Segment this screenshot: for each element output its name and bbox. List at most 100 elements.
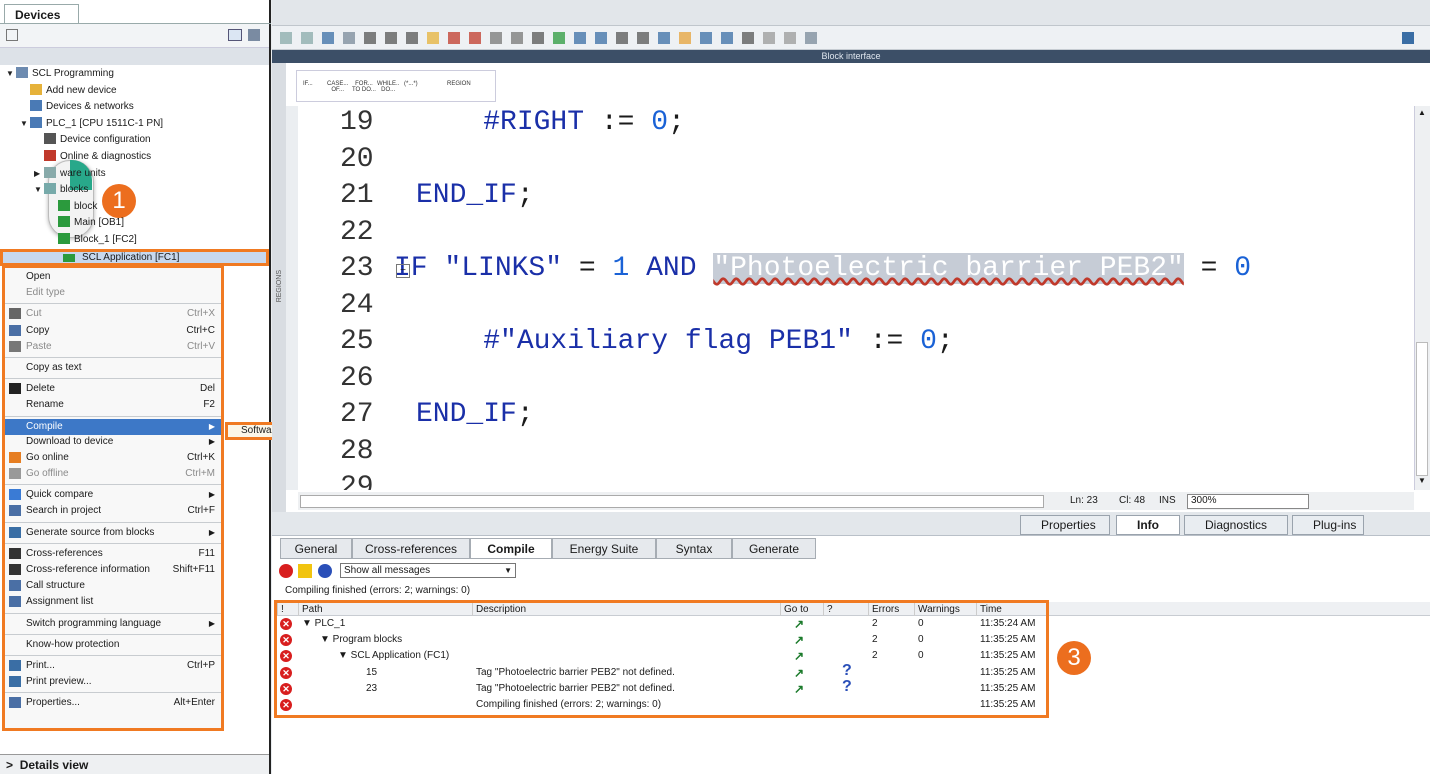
column-header[interactable]: Description bbox=[472, 603, 780, 616]
menu-item-know-how-protection[interactable]: Know-how protection bbox=[5, 637, 221, 653]
toolbar-icon-2[interactable] bbox=[301, 32, 313, 44]
toolbar-icon-9[interactable] bbox=[448, 32, 460, 44]
instruction-3[interactable]: WHILE.. DO... bbox=[377, 81, 399, 93]
toolbar-icon-25[interactable] bbox=[784, 32, 796, 44]
menu-item-generate-source-from-blocks[interactable]: Generate source from blocks ▶ bbox=[5, 525, 221, 541]
toolbar-icon-21[interactable] bbox=[700, 32, 712, 44]
column-header[interactable]: Time bbox=[976, 603, 1046, 616]
toolbar-icon-13[interactable] bbox=[532, 32, 544, 44]
block-interface-bar[interactable]: Block interface bbox=[272, 50, 1430, 63]
expander-icon[interactable]: ▼ bbox=[34, 182, 44, 198]
instruction-0[interactable]: IF... bbox=[303, 81, 313, 87]
subtab-syntax[interactable]: Syntax bbox=[656, 538, 732, 559]
row-path[interactable]: ▼ PLC_1 bbox=[302, 616, 345, 632]
toolbar-icon-12[interactable] bbox=[511, 32, 523, 44]
scroll-down-icon[interactable]: ▼ bbox=[1418, 476, 1426, 485]
show-errors-icon[interactable] bbox=[279, 564, 293, 578]
toolbar-icon-5[interactable] bbox=[364, 32, 376, 44]
toolbar-icon-7[interactable] bbox=[406, 32, 418, 44]
column-header[interactable]: ! bbox=[277, 603, 297, 616]
tree-item-scl-application[interactable]: SCL Application [FC1] bbox=[0, 249, 269, 266]
code-line[interactable]: #"Auxiliary flag PEB1" := 0; bbox=[416, 327, 954, 357]
toolbar-icon-19[interactable] bbox=[658, 32, 670, 44]
menu-item-print[interactable]: Print... Ctrl+P bbox=[5, 658, 221, 674]
show-info-icon[interactable] bbox=[318, 564, 332, 578]
tree-item[interactable]: ▼ PLC_1 [CPU 1511C-1 PN] bbox=[20, 116, 163, 132]
code-line[interactable]: END_IF; bbox=[416, 400, 534, 430]
expander-icon[interactable]: ▼ bbox=[6, 66, 16, 82]
vertical-scroll-thumb[interactable] bbox=[1416, 342, 1428, 476]
menu-item-cross-references[interactable]: Cross-references F11 bbox=[5, 546, 221, 562]
toolbar-icon-4[interactable] bbox=[343, 32, 355, 44]
code-area[interactable]: 19 #RIGHT := 0; 20 21 END_IF; 22 23 IF "LINKS"… bbox=[298, 106, 1414, 490]
zoom-select[interactable]: 300% bbox=[1187, 494, 1309, 509]
toolbar-icon-22[interactable] bbox=[721, 32, 733, 44]
subtab-generate[interactable]: Generate bbox=[732, 538, 816, 559]
menu-item-cross-reference-information[interactable]: Cross-reference information Shift+F11 bbox=[5, 562, 221, 578]
column-header[interactable]: Warnings bbox=[914, 603, 976, 616]
instruction-1[interactable]: CASE... OF... bbox=[327, 81, 348, 93]
toolbar-icon-8[interactable] bbox=[427, 32, 439, 44]
tree-item[interactable]: ▶ ware units bbox=[34, 166, 106, 182]
tab-plugins[interactable]: Plug-ins bbox=[1292, 515, 1364, 535]
tree-item[interactable]: Device configuration bbox=[34, 132, 151, 148]
toolbar-icon-16[interactable] bbox=[595, 32, 607, 44]
toolbar-icon-6[interactable] bbox=[385, 32, 397, 44]
menu-item-call-structure[interactable]: Call structure bbox=[5, 578, 221, 594]
message-filter-select[interactable]: Show all messages ▼ bbox=[340, 563, 516, 578]
tree-item[interactable]: block bbox=[48, 199, 97, 215]
tree-item[interactable]: Online & diagnostics bbox=[34, 149, 151, 165]
toolbar-icon-24[interactable] bbox=[763, 32, 775, 44]
subtab-compile[interactable]: Compile bbox=[470, 538, 552, 559]
menu-item-go-online[interactable]: Go online Ctrl+K bbox=[5, 450, 221, 466]
tree-item[interactable]: ▼ SCL Programming bbox=[6, 66, 114, 82]
toolbar-icon-15[interactable] bbox=[574, 32, 586, 44]
instruction-2[interactable]: FOR... TO DO... bbox=[352, 81, 376, 93]
code-line[interactable]: #RIGHT := 0; bbox=[416, 108, 685, 138]
help-icon[interactable]: ? bbox=[842, 678, 852, 695]
editor-window-icon[interactable] bbox=[1402, 32, 1414, 44]
help-icon[interactable]: ? bbox=[842, 662, 852, 679]
tree-item[interactable]: Block_1 [FC2] bbox=[48, 232, 137, 248]
project-view-icon[interactable] bbox=[6, 29, 18, 41]
toolbar-icon-1[interactable] bbox=[280, 32, 292, 44]
menu-item-rename[interactable]: Rename F2 bbox=[5, 397, 221, 413]
code-line[interactable]: IF "LINKS" = 1 AND "Photoelectric barrie… bbox=[394, 253, 1251, 284]
toolbar-icon-11[interactable] bbox=[490, 32, 502, 44]
tab-properties[interactable]: Properties bbox=[1020, 515, 1110, 535]
toolbar-icon-23[interactable] bbox=[742, 32, 754, 44]
show-warnings-icon[interactable] bbox=[298, 564, 312, 578]
horizontal-scrollbar[interactable] bbox=[300, 495, 1044, 508]
tree-item[interactable]: Devices & networks bbox=[20, 99, 134, 115]
go-to-icon[interactable]: ↗ bbox=[794, 632, 804, 648]
menu-item-copy[interactable]: Copy Ctrl+C bbox=[5, 323, 221, 339]
subtab-general[interactable]: General bbox=[280, 538, 352, 559]
tree-item[interactable]: Main [OB1] bbox=[48, 215, 124, 231]
scroll-up-icon[interactable]: ▲ bbox=[1418, 108, 1426, 117]
menu-item-properties[interactable]: Properties... Alt+Enter bbox=[5, 695, 221, 711]
subtab-energy-suite[interactable]: Energy Suite bbox=[552, 538, 656, 559]
tree-item[interactable]: ▼ blocks bbox=[34, 182, 88, 198]
row-path[interactable]: 23 bbox=[366, 681, 377, 697]
toolbar-icon-20[interactable] bbox=[679, 32, 691, 44]
column-header[interactable]: Go to bbox=[780, 603, 823, 616]
menu-item-delete[interactable]: Delete Del bbox=[5, 381, 221, 397]
code-line[interactable]: END_IF; bbox=[416, 181, 534, 211]
details-view-bar[interactable]: > Details view bbox=[0, 754, 269, 774]
tab-diagnostics[interactable]: Diagnostics bbox=[1184, 515, 1288, 535]
go-to-icon[interactable]: ↗ bbox=[794, 648, 804, 664]
column-header[interactable]: Errors bbox=[868, 603, 914, 616]
row-path[interactable]: ▼ SCL Application (FC1) bbox=[338, 648, 449, 664]
toolbar-icon-10[interactable] bbox=[469, 32, 481, 44]
fold-collapse-icon[interactable]: − bbox=[396, 264, 410, 278]
go-to-icon[interactable]: ↗ bbox=[794, 681, 804, 697]
instruction-4[interactable]: (*...*) bbox=[404, 81, 418, 87]
expander-icon[interactable]: ▶ bbox=[34, 166, 44, 182]
menu-item-copy-as-text[interactable]: Copy as text bbox=[5, 360, 221, 376]
row-path[interactable]: 15 bbox=[366, 665, 377, 681]
row-path[interactable]: ▼ Program blocks bbox=[320, 632, 402, 648]
menu-item-compile[interactable]: Compile ▶ bbox=[5, 418, 221, 435]
menu-item-print-preview[interactable]: Print preview... bbox=[5, 674, 221, 690]
menu-item-quick-compare[interactable]: Quick compare ▶ bbox=[5, 487, 221, 503]
tab-info[interactable]: Info bbox=[1116, 515, 1180, 535]
